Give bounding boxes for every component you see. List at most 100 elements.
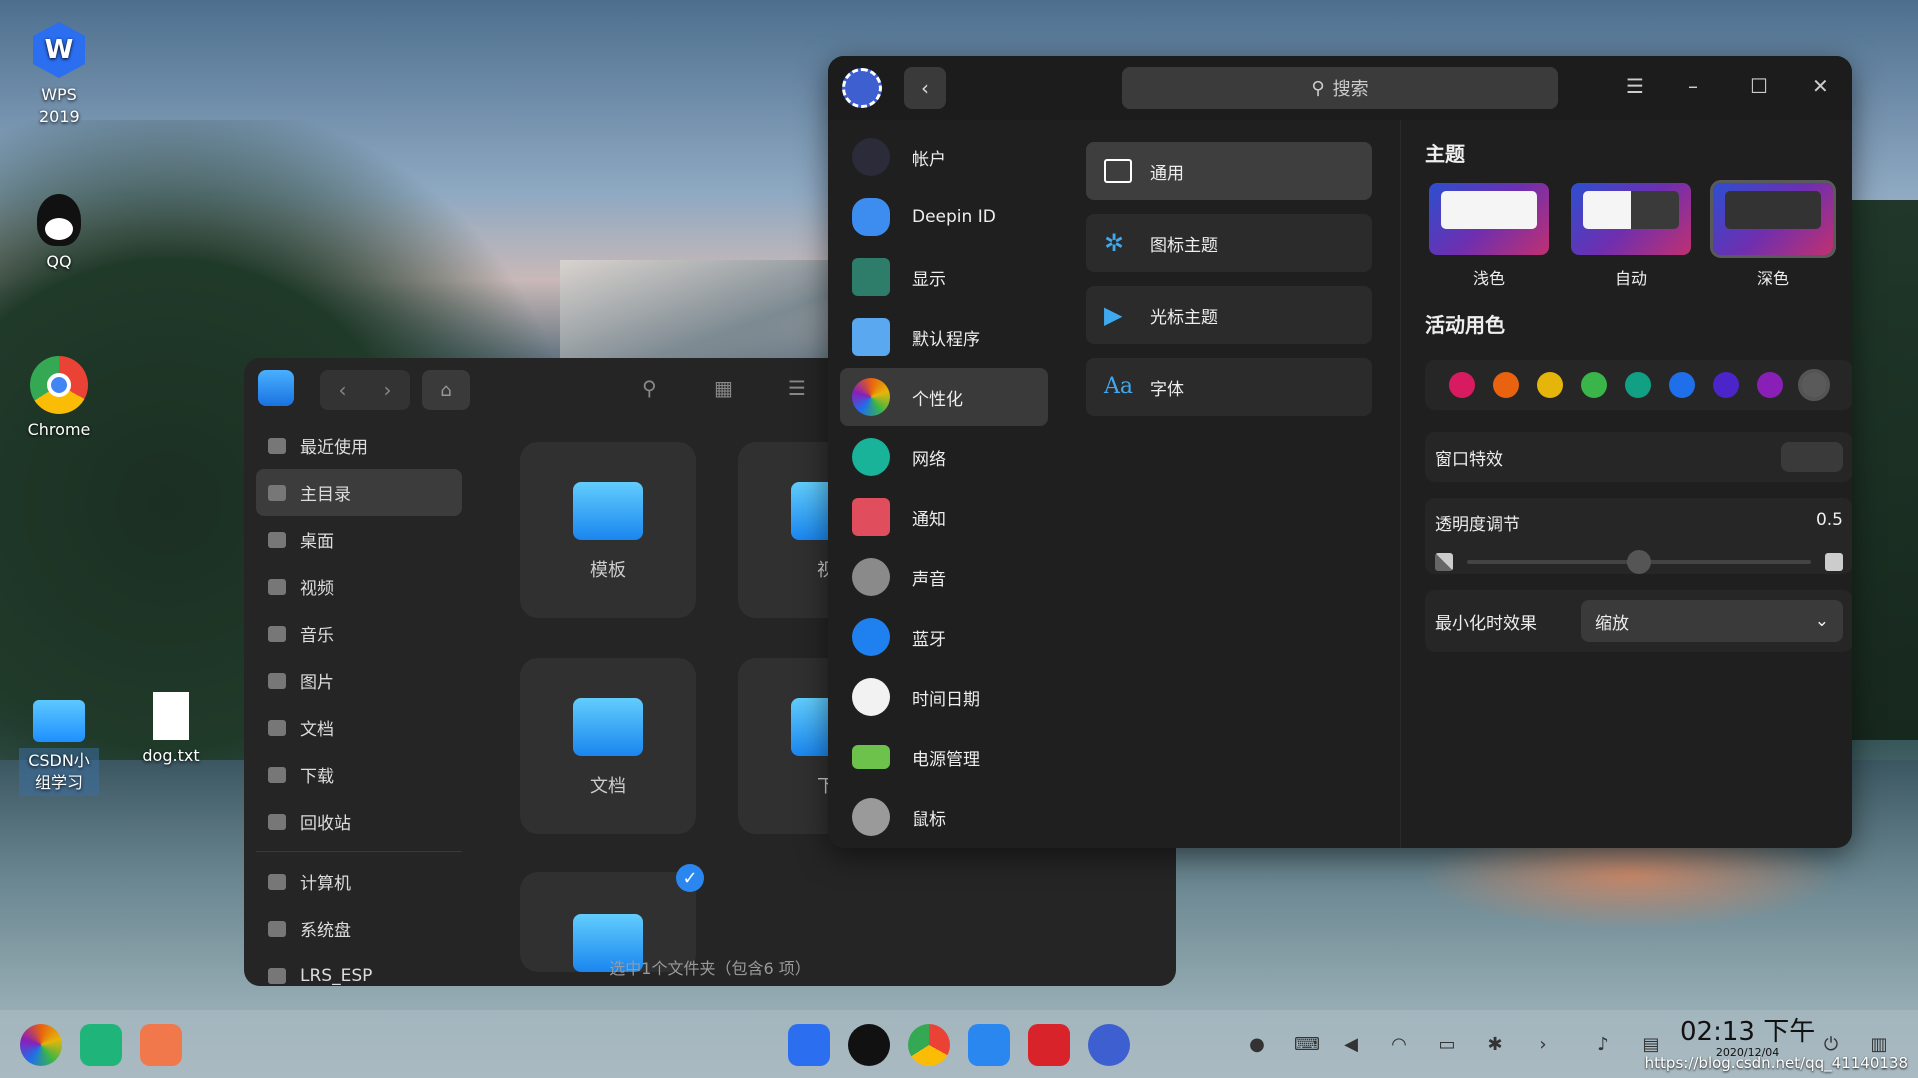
window-effect-label: 窗口特效 bbox=[1435, 449, 1503, 470]
desktop-icon-wps[interactable]: W WPS 2019 bbox=[14, 22, 104, 128]
file-manager-icon[interactable] bbox=[968, 1024, 1010, 1066]
accent-color-swatch[interactable] bbox=[1449, 372, 1475, 398]
wps-icon: W bbox=[33, 22, 85, 78]
search-icon[interactable]: ⚲ bbox=[642, 376, 657, 400]
volume-icon[interactable]: ◀ bbox=[1340, 1034, 1362, 1056]
accent-color-swatch[interactable] bbox=[1757, 372, 1783, 398]
nav-item-default-apps[interactable]: 默认程序 bbox=[840, 308, 1048, 366]
subnav-icon-theme[interactable]: ✲ 图标主题 bbox=[1086, 214, 1372, 272]
home-icon[interactable]: ⌂ bbox=[422, 370, 470, 410]
sidebar-item-home[interactable]: 主目录 bbox=[256, 469, 462, 516]
accent-color-swatch[interactable] bbox=[1493, 372, 1519, 398]
nav-item-network[interactable]: 网络 bbox=[840, 428, 1048, 486]
folder-icon bbox=[573, 698, 643, 756]
sidebar-item-trash[interactable]: 回收站 bbox=[256, 798, 462, 845]
sidebar-item-desktop[interactable]: 桌面 bbox=[256, 516, 462, 563]
desktop-icon-chrome[interactable]: Chrome bbox=[14, 356, 104, 439]
nav-item-personalization[interactable]: 个性化 bbox=[840, 368, 1048, 426]
desktop-icon-qq[interactable]: QQ bbox=[14, 194, 104, 271]
accent-color-swatch[interactable] bbox=[1625, 372, 1651, 398]
folder-item-documents[interactable]: 文档 bbox=[520, 658, 696, 834]
maximize-icon[interactable]: ☐ bbox=[1750, 74, 1768, 98]
settings-gear-icon[interactable] bbox=[1088, 1024, 1130, 1066]
control-center-titlebar: ‹ ⚲ 搜索 ☰ – ☐ ✕ bbox=[828, 56, 1852, 120]
multitask-view-icon[interactable] bbox=[80, 1024, 122, 1066]
theme-option-auto[interactable]: 自动 bbox=[1571, 183, 1691, 289]
chevron-right-icon[interactable]: › bbox=[1532, 1034, 1554, 1056]
power-icon[interactable]: ⏻ bbox=[1820, 1034, 1842, 1056]
nav-item-deepin-id[interactable]: Deepin ID bbox=[840, 188, 1048, 246]
onscreen-keyboard-icon[interactable]: ▤ bbox=[1640, 1034, 1662, 1056]
nav-item-bluetooth[interactable]: 蓝牙 bbox=[840, 608, 1048, 666]
transparency-header: 透明度调节 0.5 bbox=[1435, 510, 1843, 535]
launcher-icon[interactable] bbox=[20, 1024, 62, 1066]
font-icon: Aa bbox=[1104, 374, 1134, 399]
menu-icon[interactable]: ☰ bbox=[1626, 74, 1644, 98]
app-store-icon[interactable] bbox=[140, 1024, 182, 1066]
sidebar-item-music[interactable]: 音乐 bbox=[256, 610, 462, 657]
history-nav: ‹ › bbox=[320, 370, 410, 410]
accent-color-swatch[interactable] bbox=[1713, 372, 1739, 398]
accent-color-swatch[interactable] bbox=[1798, 369, 1830, 401]
nav-item-sound[interactable]: 声音 bbox=[840, 548, 1048, 606]
sidebar-item-system-disk[interactable]: 系统盘 bbox=[256, 905, 462, 952]
subnav-cursor-theme[interactable]: ▶ 光标主题 bbox=[1086, 286, 1372, 344]
window-effect-toggle[interactable] bbox=[1781, 442, 1843, 472]
subnav-font[interactable]: Aa 字体 bbox=[1086, 358, 1372, 416]
theme-option-light[interactable]: 浅色 bbox=[1429, 183, 1549, 289]
document-icon bbox=[268, 719, 286, 736]
qq-icon[interactable] bbox=[848, 1024, 890, 1066]
close-icon[interactable]: ✕ bbox=[1812, 74, 1829, 98]
sidebar-item-documents[interactable]: 文档 bbox=[256, 704, 462, 751]
theme-option-dark[interactable]: 深色 bbox=[1710, 180, 1836, 289]
desktop-icon-csdn-folder[interactable]: CSDN小组学习 bbox=[14, 700, 104, 796]
sidebar-item-computer[interactable]: 计算机 bbox=[256, 858, 462, 905]
sidebar-item-pictures[interactable]: 图片 bbox=[256, 657, 462, 704]
nav-item-power[interactable]: 电源管理 bbox=[840, 728, 1048, 786]
back-arrow-icon[interactable]: ‹ bbox=[320, 370, 365, 410]
accent-color-swatch[interactable] bbox=[1669, 372, 1695, 398]
folder-item-templates[interactable]: 模板 bbox=[520, 442, 696, 618]
forward-arrow-icon[interactable]: › bbox=[365, 370, 410, 410]
battery-icon bbox=[852, 745, 890, 769]
slider-handle[interactable] bbox=[1627, 550, 1651, 574]
transparency-slider[interactable] bbox=[1467, 550, 1811, 574]
nav-label: 电源管理 bbox=[912, 749, 980, 770]
accent-color-swatch[interactable] bbox=[1537, 372, 1563, 398]
terminal-icon[interactable] bbox=[1028, 1024, 1070, 1066]
wifi-icon[interactable]: ◠ bbox=[1388, 1034, 1410, 1056]
keyboard-icon[interactable]: ⌨ bbox=[1294, 1034, 1320, 1056]
grid-view-icon[interactable]: ▦ bbox=[714, 376, 733, 400]
back-button[interactable]: ‹ bbox=[904, 67, 946, 109]
sidebar-item-downloads[interactable]: 下载 bbox=[256, 751, 462, 798]
subnav-general[interactable]: 通用 bbox=[1086, 142, 1372, 200]
battery-icon[interactable]: ▭ bbox=[1436, 1034, 1458, 1056]
nav-item-display[interactable]: 显示 bbox=[840, 248, 1048, 306]
account-icon bbox=[852, 138, 890, 176]
bell-icon[interactable]: ♪ bbox=[1592, 1034, 1614, 1056]
desktop-icon-dog-txt[interactable]: dog.txt bbox=[126, 692, 216, 765]
selected-check-icon: ✓ bbox=[676, 864, 704, 892]
nav-item-datetime[interactable]: 时间日期 bbox=[840, 668, 1048, 726]
monitor-icon bbox=[852, 258, 890, 296]
wps-icon[interactable] bbox=[788, 1024, 830, 1066]
qq-tray-icon[interactable]: ● bbox=[1246, 1034, 1268, 1056]
nav-item-notification[interactable]: 通知 bbox=[840, 488, 1048, 546]
accent-color-swatch[interactable] bbox=[1581, 372, 1607, 398]
minimize-effect-dropdown[interactable]: 缩放 ⌄ bbox=[1581, 600, 1843, 642]
nav-item-accounts[interactable]: 帐户 bbox=[840, 128, 1048, 186]
mouse-icon bbox=[852, 798, 890, 836]
default-apps-icon bbox=[852, 318, 890, 356]
nav-item-mouse[interactable]: 鼠标 bbox=[840, 788, 1048, 846]
chrome-icon[interactable] bbox=[908, 1024, 950, 1066]
trash-icon[interactable]: ▥ bbox=[1868, 1034, 1890, 1056]
file-manager-app-icon bbox=[258, 370, 294, 406]
computer-icon bbox=[268, 873, 286, 890]
bluetooth-icon[interactable]: ✱ bbox=[1484, 1034, 1506, 1056]
list-view-icon[interactable]: ☰ bbox=[788, 376, 806, 400]
clock[interactable]: 02:13 下午 2020/12/04 bbox=[1680, 1018, 1815, 1059]
search-input[interactable]: ⚲ 搜索 bbox=[1122, 67, 1558, 109]
minimize-icon[interactable]: – bbox=[1688, 74, 1698, 98]
sidebar-item-recent[interactable]: 最近使用 bbox=[256, 422, 462, 469]
sidebar-item-videos[interactable]: 视频 bbox=[256, 563, 462, 610]
